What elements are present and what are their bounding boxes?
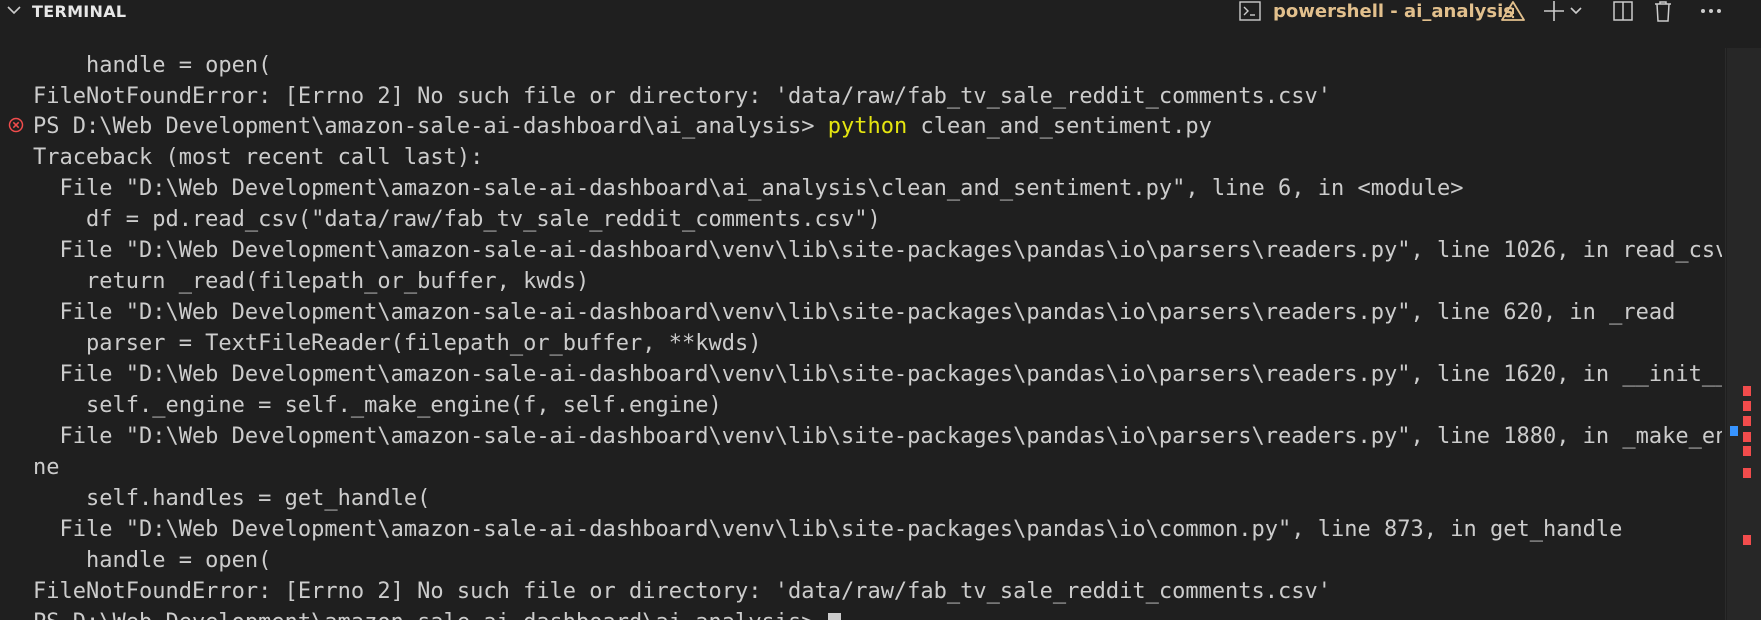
terminal-line: parser = TextFileReader(filepath_or_buff… [33, 331, 762, 356]
error-circle-icon[interactable] [8, 117, 24, 133]
terminal-line: return _read(filepath_or_buffer, kwds) [33, 269, 590, 294]
terminal-line: File "D:\Web Development\amazon-sale-ai-… [33, 424, 1722, 449]
ellipsis-icon[interactable] [1699, 0, 1723, 22]
terminal-line: File "D:\Web Development\amazon-sale-ai-… [33, 176, 1464, 201]
chevron-down-icon[interactable] [6, 2, 22, 18]
chevron-down-icon[interactable] [1568, 0, 1584, 22]
scrollbar-error-marker [1743, 401, 1751, 411]
scrollbar-error-marker [1743, 386, 1751, 396]
terminal-instance-label[interactable]: powershell - ai_analysis [1273, 1, 1514, 22]
scrollbar-error-marker [1743, 468, 1751, 478]
terminal-line: self.handles = get_handle( [33, 486, 431, 511]
terminal-prompt-icon [1238, 0, 1262, 22]
terminal-line: self._engine = self._make_engine(f, self… [33, 393, 722, 418]
command-args: clean_and_sentiment.py [907, 114, 1212, 139]
terminal-line: handle = open( [33, 53, 272, 78]
terminal-line: File "D:\Web Development\amazon-sale-ai-… [33, 300, 1676, 325]
command-keyword: python [827, 114, 908, 139]
scrollbar-error-marker [1743, 416, 1751, 426]
terminal-line: FileNotFoundError: [Errno 2] No such fil… [33, 84, 1332, 109]
terminal-line: File "D:\Web Development\amazon-sale-ai-… [33, 238, 1722, 263]
terminal-prompt-line: PS D:\Web Development\amazon-sale-ai-das… [33, 607, 841, 620]
trash-icon[interactable] [1652, 0, 1674, 22]
panel-title[interactable]: TERMINAL [32, 2, 126, 21]
terminal-scrollbar[interactable] [1725, 48, 1761, 620]
terminal-line: ne [33, 455, 60, 480]
terminal-output[interactable]: handle = open( FileNotFoundError: [Errno… [0, 40, 1722, 620]
terminal-line: File "D:\Web Development\amazon-sale-ai-… [33, 362, 1722, 387]
scrollbar-error-marker [1743, 446, 1751, 456]
terminal-panel-header: TERMINAL powershell - ai_analysis [0, 0, 1761, 22]
terminal-prompt-line: PS D:\Web Development\amazon-sale-ai-das… [33, 111, 1212, 142]
split-terminal-icon[interactable] [1612, 0, 1634, 22]
terminal-line: File "D:\Web Development\amazon-sale-ai-… [33, 517, 1623, 542]
scrollbar-error-marker [1743, 432, 1751, 442]
prompt-path: PS D:\Web Development\amazon-sale-ai-das… [33, 610, 828, 620]
prompt-path: PS D:\Web Development\amazon-sale-ai-das… [33, 114, 828, 139]
scrollbar-info-marker [1730, 426, 1738, 436]
terminal-cursor [827, 613, 841, 620]
warning-icon[interactable] [1500, 0, 1526, 22]
scrollbar-error-marker [1743, 535, 1751, 545]
terminal-line: FileNotFoundError: [Errno 2] No such fil… [33, 579, 1332, 604]
terminal-line: df = pd.read_csv("data/raw/fab_tv_sale_r… [33, 207, 881, 232]
plus-icon[interactable] [1543, 0, 1565, 22]
terminal-line: handle = open( [33, 548, 272, 573]
terminal-line: Traceback (most recent call last): [33, 145, 484, 170]
